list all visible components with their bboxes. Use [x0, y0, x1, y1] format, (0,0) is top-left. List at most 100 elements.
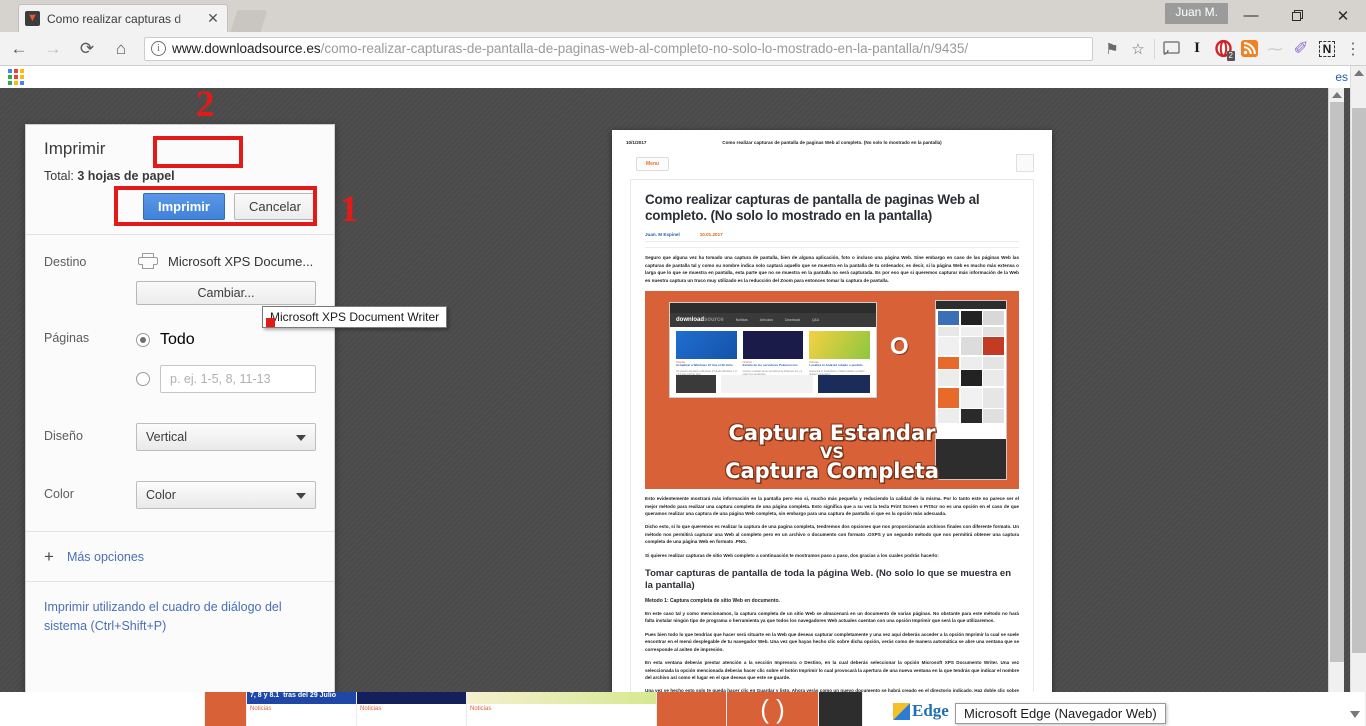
plus-icon: +	[44, 547, 54, 566]
cast-icon[interactable]	[1158, 34, 1184, 64]
pages-all-radio[interactable]	[136, 333, 150, 347]
page-scrollbar[interactable]	[1350, 66, 1366, 726]
toolbar-divider	[1154, 38, 1155, 59]
preview-header-date: 10/1/2017	[626, 140, 647, 145]
destination-value: Microsoft XPS Docume...	[168, 253, 314, 269]
layout-label: Diseño	[44, 429, 83, 443]
maximize-icon	[1291, 10, 1303, 21]
color-select[interactable]: Color	[136, 481, 316, 509]
tab-title: Como realizar capturas d	[47, 11, 182, 26]
screenshot-root: ▼ Como realizar capturas d ✕ Juan M. — ✕…	[0, 0, 1366, 726]
feather-extension-icon[interactable]: ✐	[1288, 34, 1314, 64]
annotation-square-marker	[266, 318, 275, 327]
preview-scroll-thumb[interactable]	[1330, 102, 1344, 662]
preview-header-placeholder	[1016, 154, 1034, 172]
annotation-marker-2: 2	[196, 84, 215, 125]
banner-nav-2: Artículos	[759, 318, 773, 323]
italic-extension-icon[interactable]: I	[1184, 34, 1210, 64]
web-page-area: es 10/1/2017 Como realizar capturas de p…	[0, 66, 1366, 726]
banner-caption-line2: Captura Completa	[725, 459, 939, 484]
annotation-marker-1: 1	[340, 189, 359, 230]
destination-selector[interactable]: Microsoft XPS Docume...	[136, 249, 316, 273]
home-button[interactable]: ⌂	[106, 34, 136, 64]
system-print-dialog-link[interactable]: Imprimir utilizando el cuadro de diálogo…	[26, 582, 334, 652]
page-actions-icon[interactable]: ⚑	[1099, 34, 1125, 64]
article-paragraph: En esta ventana deberás prestar atención…	[645, 660, 1019, 680]
bookmark-star-icon[interactable]: ☆	[1125, 34, 1151, 64]
layout-select[interactable]: Vertical	[136, 423, 316, 451]
reload-button[interactable]: ⟳	[72, 34, 102, 64]
total-value: 3 hojas de papel	[77, 169, 175, 183]
browser-toolbar: ← → ⟳ ⌂ i www.downloadsource.es/como-rea…	[0, 32, 1366, 66]
opera-extension-badge: 2	[1226, 50, 1235, 61]
google-apps-grid-icon[interactable]	[8, 69, 26, 87]
article-date: 10.01.2017	[699, 232, 723, 238]
chevron-down-icon[interactable]	[296, 435, 306, 441]
page-scroll-thumb[interactable]	[1352, 108, 1366, 653]
color-label: Color	[44, 487, 74, 501]
rss-feed-icon[interactable]	[1236, 34, 1262, 64]
pages-range-input[interactable]: p. ej. 1-5, 8, 11-13	[160, 365, 316, 393]
print-preview-page: 10/1/2017 Como realizar capturas de pant…	[612, 130, 1052, 726]
article-banner-image: downloadsource Noticias Artículos Downlo…	[645, 291, 1019, 490]
annotation-box-print-button	[153, 136, 243, 168]
article-paragraph: Pues bien todo lo que tendrías que hacer…	[645, 631, 1019, 652]
edge-tooltip: Microsoft Edge (Navegador Web)	[955, 703, 1166, 724]
preview-running-header: 10/1/2017 Como realizar capturas de pant…	[612, 130, 1052, 145]
print-total-sheets: Total: 3 hojas de papel	[44, 169, 316, 183]
browser-title-bar: ▼ Como realizar capturas d ✕ Juan M. — ✕	[0, 0, 1366, 32]
address-bar[interactable]: i www.downloadsource.es/como-realizar-ca…	[144, 36, 1093, 61]
article-method-heading: Metodo 1: Captura completa de sitio Web …	[645, 597, 780, 604]
banner-card: Noticias Estado de los servidores Pokemo…	[742, 331, 804, 376]
color-row: Color Color	[26, 451, 334, 509]
site-info-icon[interactable]: i	[151, 41, 166, 56]
banner-nav-1: Noticias	[735, 318, 748, 323]
window-maximize-button[interactable]	[1274, 0, 1320, 31]
url-host: www.downloadsource.es	[172, 41, 321, 56]
opera-extension-icon[interactable]: 2	[1210, 34, 1236, 64]
chevron-down-icon[interactable]	[296, 493, 306, 499]
destination-row: Destino Microsoft XPS Docume... Cambiar.…	[26, 235, 334, 305]
wave-extension-icon[interactable]: ⁓	[1262, 34, 1288, 64]
layout-row: Diseño Vertical	[26, 393, 334, 451]
article-card: Como realizar capturas de pantalla de pa…	[630, 179, 1034, 714]
article-paragraph: Seguro que alguna vez ha tomado una capt…	[645, 255, 1019, 283]
new-tab-button[interactable]	[230, 10, 268, 32]
pages-custom-option[interactable]: p. ej. 1-5, 8, 11-13	[136, 365, 316, 393]
article-paragraph: Dicho esto, si lo que queremos es realiz…	[645, 524, 1019, 545]
window-minimize-button[interactable]: —	[1228, 0, 1274, 31]
banner-card: Noticias Localiza tu Android robado o pe…	[809, 331, 871, 376]
pages-custom-radio[interactable]	[136, 372, 150, 386]
window-close-button[interactable]: ✕	[1320, 0, 1366, 31]
pages-all-option[interactable]: Todo	[136, 331, 316, 349]
banner-topbar	[670, 303, 876, 314]
banner-bottom-row	[676, 375, 870, 394]
forward-button[interactable]: →	[38, 34, 68, 64]
page-partial-text: es	[1335, 70, 1348, 84]
article-title: Como realizar capturas de pantalla de pa…	[645, 192, 980, 223]
tab-close-icon[interactable]: ✕	[205, 10, 221, 27]
banner-card-list: Noticias Actualizar a Windows 10 tras el…	[676, 331, 871, 376]
layout-value: Vertical	[146, 430, 187, 444]
scroll-up-arrow-icon[interactable]	[1332, 92, 1342, 98]
scroll-down-arrow-icon[interactable]	[1350, 711, 1360, 718]
chrome-menu-icon[interactable]: ⋮	[1340, 34, 1366, 64]
evernote-extension-icon[interactable]: N	[1314, 34, 1340, 64]
back-button[interactable]: ←	[4, 34, 34, 64]
change-destination-button[interactable]: Cambiar...	[136, 281, 316, 305]
printer-icon	[138, 253, 158, 269]
page-scroll-up-arrow-icon[interactable]	[1354, 70, 1364, 76]
color-value: Color	[146, 488, 176, 502]
tab-favicon-icon: ▼	[25, 11, 40, 26]
pages-label: Páginas	[44, 331, 90, 345]
article-byline: Juan. M Espinel 10.01.2017	[645, 232, 1019, 243]
browser-tab[interactable]: ▼ Como realizar capturas d ✕	[18, 4, 228, 32]
preview-scrollbar[interactable]	[1328, 88, 1344, 698]
more-options-label: Más opciones	[66, 549, 145, 564]
banner-desktop-screenshot: downloadsource Noticias Artículos Downlo…	[669, 302, 877, 399]
user-profile-badge[interactable]: Juan M.	[1165, 3, 1228, 24]
banner-caption: Captura Estandar VS Captura Completa	[645, 422, 1019, 484]
article-section-heading: Tomar capturas de pantalla de toda la pá…	[645, 568, 1012, 591]
more-options-toggle[interactable]: + Más opciones	[26, 532, 334, 581]
preview-header-title: Como realizar capturas de pantalla de pa…	[722, 140, 942, 145]
